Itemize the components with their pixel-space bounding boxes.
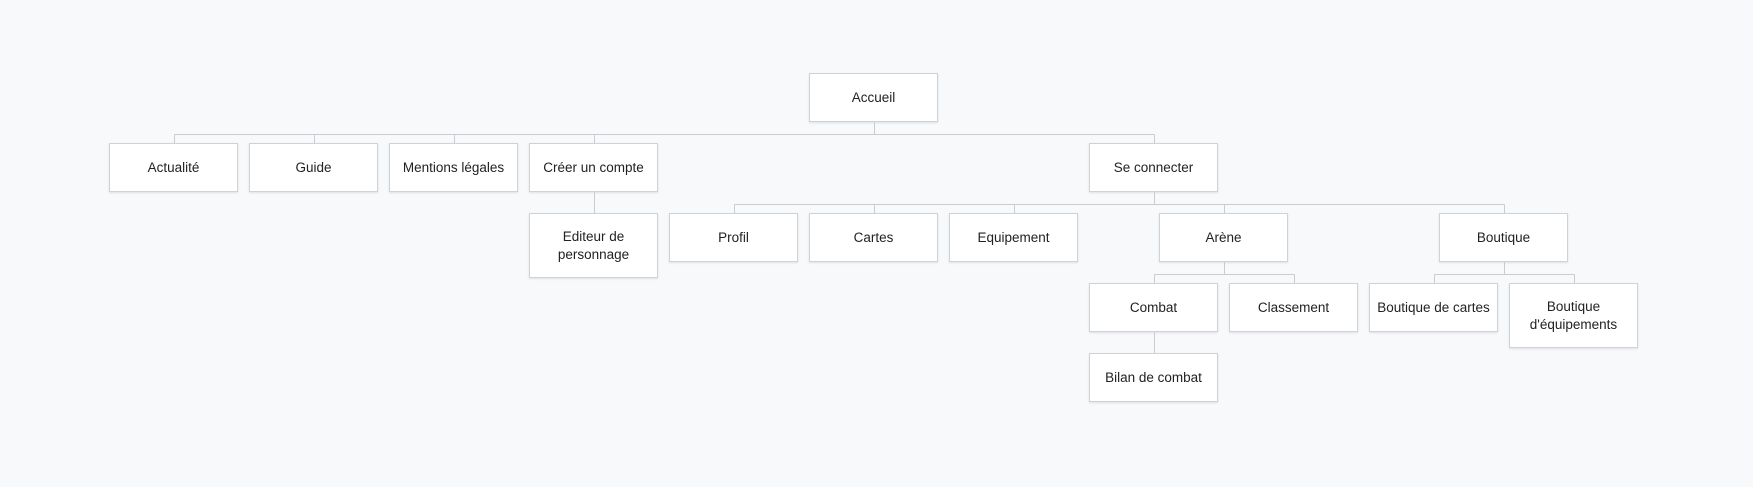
node-accueil[interactable]: Accueil [809, 73, 938, 122]
node-profil[interactable]: Profil [669, 213, 798, 262]
node-equipement[interactable]: Equipement [949, 213, 1078, 262]
sitemap-diagram: Accueil Actualité Guide Mentions légales… [0, 0, 1753, 487]
node-arene[interactable]: Arène [1159, 213, 1288, 262]
node-combat[interactable]: Combat [1089, 283, 1218, 332]
node-actualite[interactable]: Actualité [109, 143, 238, 192]
node-se-connecter[interactable]: Se connecter [1089, 143, 1218, 192]
node-cartes[interactable]: Cartes [809, 213, 938, 262]
node-mentions-legales[interactable]: Mentions légales [389, 143, 518, 192]
node-classement[interactable]: Classement [1229, 283, 1358, 332]
node-guide[interactable]: Guide [249, 143, 378, 192]
node-bilan-de-combat[interactable]: Bilan de combat [1089, 353, 1218, 402]
node-boutique-de-cartes[interactable]: Boutique de cartes [1369, 283, 1498, 332]
node-creer-un-compte[interactable]: Créer un compte [529, 143, 658, 192]
node-boutique-d-equipements[interactable]: Boutique d'équipements [1509, 283, 1638, 348]
node-editeur-de-personnage[interactable]: Editeur de personnage [529, 213, 658, 278]
node-boutique[interactable]: Boutique [1439, 213, 1568, 262]
